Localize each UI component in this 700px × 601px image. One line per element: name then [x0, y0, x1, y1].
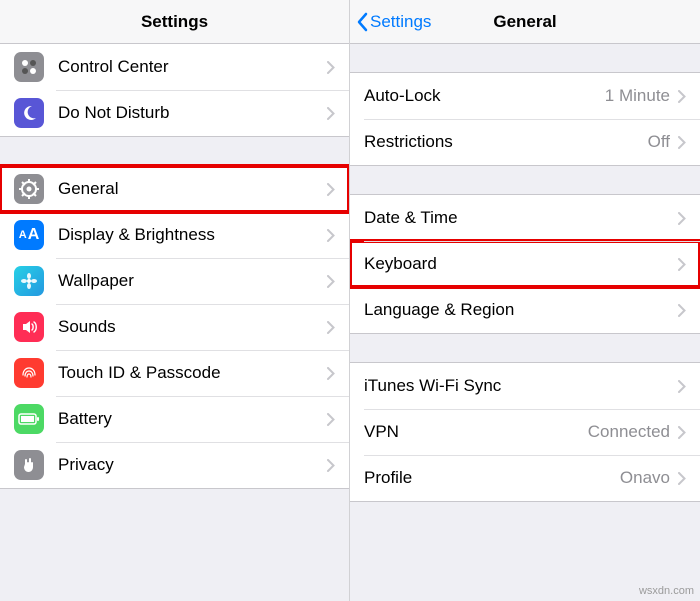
- battery-icon: [14, 404, 44, 434]
- row-privacy[interactable]: Privacy: [0, 442, 349, 488]
- chevron-right-icon: [678, 212, 686, 225]
- row-display-brightness[interactable]: AA Display & Brightness: [0, 212, 349, 258]
- chevron-right-icon: [678, 380, 686, 393]
- nav-bar-left: Settings: [0, 0, 349, 44]
- row-label: Control Center: [58, 57, 327, 77]
- page-title: General: [493, 12, 556, 32]
- row-label: Keyboard: [364, 254, 678, 274]
- row-value: 1 Minute: [605, 86, 670, 106]
- watermark: wsxdn.com: [639, 585, 694, 597]
- row-restrictions[interactable]: Restrictions Off: [350, 119, 700, 165]
- fingerprint-icon: [14, 358, 44, 388]
- row-date-time[interactable]: Date & Time: [350, 195, 700, 241]
- chevron-right-icon: [327, 367, 335, 380]
- chevron-right-icon: [678, 304, 686, 317]
- row-do-not-disturb[interactable]: Do Not Disturb: [0, 90, 349, 136]
- row-language-region[interactable]: Language & Region: [350, 287, 700, 333]
- back-button[interactable]: Settings: [356, 0, 431, 44]
- row-label: iTunes Wi-Fi Sync: [364, 376, 678, 396]
- row-label: Do Not Disturb: [58, 103, 327, 123]
- chevron-right-icon: [327, 229, 335, 242]
- chevron-left-icon: [356, 12, 368, 32]
- chevron-right-icon: [678, 258, 686, 271]
- row-touch-id[interactable]: Touch ID & Passcode: [0, 350, 349, 396]
- row-label: Battery: [58, 409, 327, 429]
- settings-group-2: General AA Display & Brightness Wallpape…: [0, 165, 349, 489]
- row-general[interactable]: General: [0, 166, 349, 212]
- gear-icon: [14, 174, 44, 204]
- speaker-icon: [14, 312, 44, 342]
- row-label: Privacy: [58, 455, 327, 475]
- chevron-right-icon: [327, 275, 335, 288]
- chevron-right-icon: [678, 90, 686, 103]
- chevron-right-icon: [327, 413, 335, 426]
- chevron-right-icon: [327, 107, 335, 120]
- general-group-1: Auto-Lock 1 Minute Restrictions Off: [350, 72, 700, 166]
- hand-icon: [14, 450, 44, 480]
- row-wallpaper[interactable]: Wallpaper: [0, 258, 349, 304]
- row-profile[interactable]: Profile Onavo: [350, 455, 700, 501]
- row-label: Restrictions: [364, 132, 648, 152]
- chevron-right-icon: [678, 472, 686, 485]
- general-panel: Settings General Auto-Lock 1 Minute Rest…: [350, 0, 700, 601]
- row-control-center[interactable]: Control Center: [0, 44, 349, 90]
- control-center-icon: [14, 52, 44, 82]
- row-value: Off: [648, 132, 670, 152]
- row-label: Wallpaper: [58, 271, 327, 291]
- row-label: Sounds: [58, 317, 327, 337]
- settings-group-1: Control Center Do Not Disturb: [0, 44, 349, 137]
- row-label: Auto-Lock: [364, 86, 605, 106]
- row-value: Connected: [588, 422, 670, 442]
- row-label: General: [58, 179, 327, 199]
- row-label: Date & Time: [364, 208, 678, 228]
- flower-icon: [14, 266, 44, 296]
- chevron-right-icon: [327, 321, 335, 334]
- settings-panel: Settings Control Center Do Not Disturb: [0, 0, 350, 601]
- text-size-icon: AA: [14, 220, 44, 250]
- chevron-right-icon: [678, 136, 686, 149]
- chevron-right-icon: [327, 61, 335, 74]
- row-auto-lock[interactable]: Auto-Lock 1 Minute: [350, 73, 700, 119]
- moon-icon: [14, 98, 44, 128]
- chevron-right-icon: [678, 426, 686, 439]
- row-sounds[interactable]: Sounds: [0, 304, 349, 350]
- general-group-3: iTunes Wi-Fi Sync VPN Connected Profile …: [350, 362, 700, 502]
- back-label: Settings: [370, 12, 431, 32]
- row-label: Language & Region: [364, 300, 678, 320]
- row-label: Display & Brightness: [58, 225, 327, 245]
- nav-bar-right: Settings General: [350, 0, 700, 44]
- general-group-2: Date & Time Keyboard Language & Region: [350, 194, 700, 334]
- row-battery[interactable]: Battery: [0, 396, 349, 442]
- row-keyboard[interactable]: Keyboard: [350, 241, 700, 287]
- row-vpn[interactable]: VPN Connected: [350, 409, 700, 455]
- page-title: Settings: [141, 12, 208, 32]
- chevron-right-icon: [327, 183, 335, 196]
- row-label: Profile: [364, 468, 620, 488]
- chevron-right-icon: [327, 459, 335, 472]
- row-value: Onavo: [620, 468, 670, 488]
- row-itunes-wifi-sync[interactable]: iTunes Wi-Fi Sync: [350, 363, 700, 409]
- row-label: Touch ID & Passcode: [58, 363, 327, 383]
- row-label: VPN: [364, 422, 588, 442]
